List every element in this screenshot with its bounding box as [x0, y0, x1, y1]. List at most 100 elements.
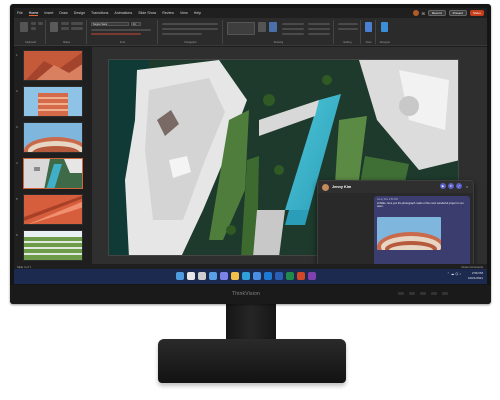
- cut-icon[interactable]: [31, 22, 36, 25]
- ribbon-group-label: Editing: [343, 41, 352, 44]
- audio-call-icon[interactable]: ✆: [448, 183, 454, 189]
- dictate-icon[interactable]: [365, 22, 372, 32]
- quick-styles-icon[interactable]: [269, 22, 277, 32]
- slide-thumbnail[interactable]: [23, 86, 83, 117]
- slide-thumbnail[interactable]: [23, 50, 83, 81]
- explorer-icon[interactable]: [231, 272, 239, 280]
- select-row[interactable]: [308, 33, 330, 35]
- find-row[interactable]: [308, 23, 330, 25]
- excel-icon[interactable]: [286, 272, 294, 280]
- menu-item-file[interactable]: File: [17, 11, 23, 15]
- powerpoint-icon[interactable]: [297, 272, 305, 280]
- expand-icon[interactable]: ⤢: [456, 183, 462, 189]
- menu-item-review[interactable]: Review: [162, 11, 174, 15]
- editing-row[interactable]: [338, 28, 358, 30]
- widgets-icon[interactable]: [209, 272, 217, 280]
- thumbnail-number: 5: [16, 197, 18, 201]
- font-color-row[interactable]: [91, 33, 141, 35]
- ribbon-group-paragraph: Paragraph: [159, 20, 223, 44]
- taskbar: ⌃ ☁ ⌬ ♪ 2:56 PM 10/21/2021: [14, 269, 487, 284]
- new-slide-icon[interactable]: [50, 22, 58, 32]
- slide-thumbnail-selected[interactable]: [23, 158, 83, 189]
- paste-icon[interactable]: [20, 22, 28, 32]
- thumbnail-image: [24, 231, 82, 260]
- task-view-icon[interactable]: [198, 272, 206, 280]
- teams-chat-window[interactable]: Jenny Kim ▶ ✆ ⤢ × Jenny Kim 2:56 PM Hi M…: [317, 180, 474, 269]
- outlook-icon[interactable]: [264, 272, 272, 280]
- word-icon[interactable]: [275, 272, 283, 280]
- menu-item-animations[interactable]: Animations: [114, 11, 132, 15]
- menu-item-insert[interactable]: Insert: [44, 11, 53, 15]
- record-button[interactable]: Record: [427, 10, 446, 16]
- arrange-icon[interactable]: [258, 22, 266, 32]
- font-format-row[interactable]: [91, 29, 151, 31]
- menu-item-transitions[interactable]: Transitions: [91, 11, 108, 15]
- onenote-icon[interactable]: [308, 272, 316, 280]
- text-direction-row[interactable]: [162, 33, 202, 35]
- reset-icon[interactable]: [61, 27, 69, 30]
- designer-icon[interactable]: [381, 22, 388, 32]
- shapes-gallery[interactable]: [227, 22, 255, 35]
- shape-outline-row[interactable]: [282, 28, 304, 30]
- thumbnail-image: [24, 123, 82, 152]
- ribbon-group-label: Voice: [365, 41, 372, 44]
- monitor-button[interactable]: [420, 292, 426, 295]
- ribbon-group-editing: Editing: [335, 20, 361, 44]
- video-call-icon[interactable]: ▶: [440, 183, 446, 189]
- store-icon[interactable]: [253, 272, 261, 280]
- format-painter-icon[interactable]: [38, 22, 43, 25]
- monitor-button[interactable]: [409, 292, 415, 295]
- shape-effects-row[interactable]: [282, 33, 304, 35]
- message-image-attachment[interactable]: [377, 217, 441, 250]
- monitor-hardware-buttons: [398, 292, 448, 295]
- system-tray-icons[interactable]: ⌃ ☁ ⌬ ♪: [447, 272, 461, 276]
- search-icon[interactable]: [187, 272, 195, 280]
- contact-avatar[interactable]: [322, 183, 329, 191]
- comments-icon[interactable]: ✉: [422, 11, 425, 16]
- thumbnail-number: 2: [16, 89, 18, 93]
- reuse-slides-icon[interactable]: [71, 27, 83, 30]
- list-row[interactable]: [162, 23, 218, 25]
- slide-thumbnail-pane[interactable]: 1 2 3 4 5 6: [14, 47, 92, 264]
- ribbon-group-drawing: Drawing: [224, 20, 334, 44]
- ribbon-group-slides: Slides: [47, 20, 87, 44]
- monitor-neck: [226, 304, 276, 344]
- present-button[interactable]: Present: [448, 10, 467, 16]
- slide-thumbnail[interactable]: [23, 122, 83, 153]
- edge-icon[interactable]: [242, 272, 250, 280]
- monitor-power-button[interactable]: [442, 292, 448, 295]
- ribbon-group-voice: Voice: [362, 20, 376, 44]
- user-avatar[interactable]: [412, 10, 419, 16]
- replace-row[interactable]: [308, 28, 330, 30]
- start-icon[interactable]: [176, 272, 184, 280]
- section-icon[interactable]: [71, 22, 83, 25]
- menu-item-draw[interactable]: Draw: [59, 11, 67, 15]
- alignment-row[interactable]: [162, 28, 218, 30]
- menu-item-slide-show[interactable]: Slide Show: [138, 11, 156, 15]
- ribbon-group-label: Font: [119, 41, 126, 44]
- attachment-image: [377, 217, 441, 250]
- monitor-button[interactable]: [398, 292, 404, 295]
- close-icon[interactable]: ×: [464, 183, 470, 189]
- menu-item-view[interactable]: View: [180, 11, 188, 15]
- share-button[interactable]: Share: [469, 10, 484, 16]
- teams-icon[interactable]: [220, 272, 228, 280]
- shape-fill-row[interactable]: [282, 23, 304, 25]
- message-meta: Jenny Kim 2:56 PM: [377, 198, 398, 201]
- editing-row[interactable]: [338, 23, 358, 25]
- slide-thumbnail[interactable]: [23, 230, 83, 261]
- thumbnail-image: [24, 51, 82, 80]
- font-size-select[interactable]: 11: [131, 22, 141, 26]
- thumbnail-image: [24, 195, 82, 224]
- status-right-controls[interactable]: Notes Comments: [461, 265, 483, 269]
- menu-item-help[interactable]: Help: [194, 11, 201, 15]
- thumbnail-image: [24, 87, 82, 116]
- menu-item-home[interactable]: Home: [28, 11, 39, 16]
- monitor-button[interactable]: [431, 292, 437, 295]
- menu-item-design[interactable]: Design: [74, 11, 85, 15]
- layout-icon[interactable]: [61, 22, 69, 25]
- copy-icon[interactable]: [31, 27, 36, 30]
- system-clock[interactable]: 2:56 PM 10/21/2021: [468, 271, 483, 281]
- slide-thumbnail[interactable]: [23, 194, 83, 225]
- font-name-select[interactable]: Segoe Sans: [91, 22, 129, 26]
